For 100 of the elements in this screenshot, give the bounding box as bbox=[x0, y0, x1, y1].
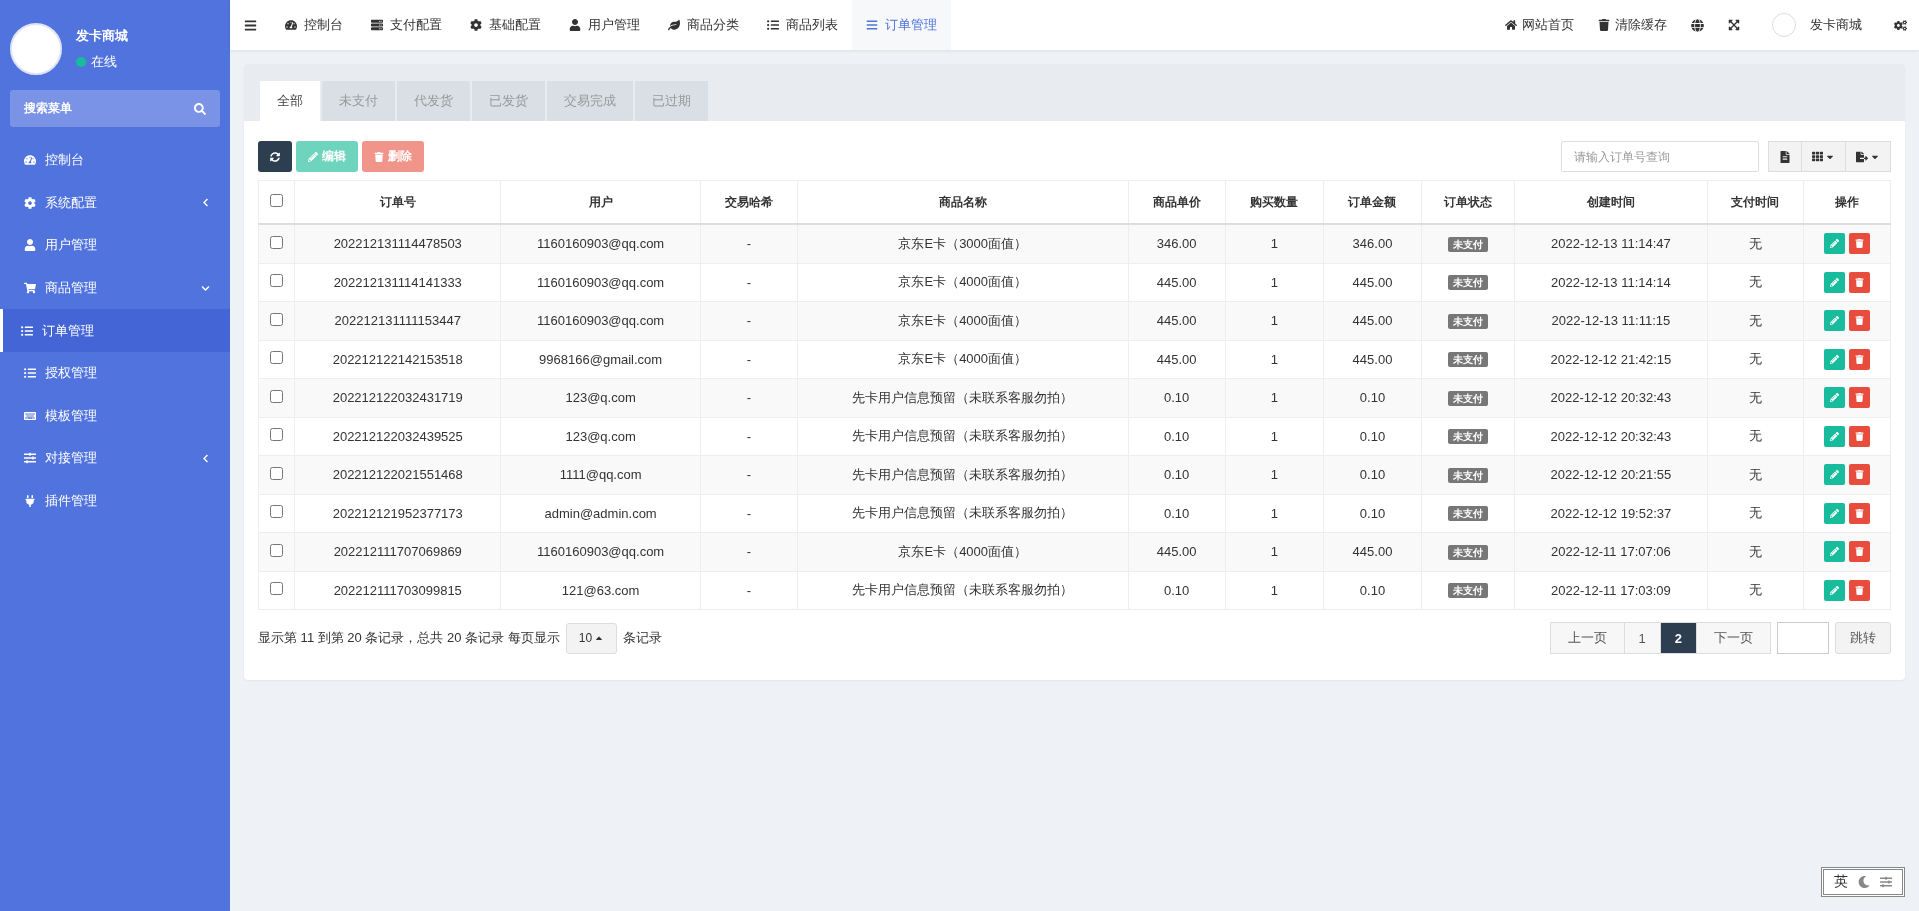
table-cell: - bbox=[700, 224, 798, 263]
user-menu[interactable]: 发卡商城 bbox=[1752, 0, 1882, 50]
edit-button[interactable] bbox=[1823, 541, 1845, 563]
delete-button[interactable] bbox=[1848, 502, 1870, 524]
page-number-field[interactable] bbox=[1777, 622, 1829, 654]
trash-icon bbox=[1854, 316, 1864, 326]
sidebar-item[interactable]: 商品管理 bbox=[0, 266, 230, 310]
pencil-icon bbox=[1829, 239, 1839, 249]
user-icon bbox=[569, 19, 581, 31]
delete-button[interactable] bbox=[1848, 387, 1870, 409]
menu-search-field[interactable]: 搜索菜单 bbox=[10, 90, 220, 127]
delete-button[interactable] bbox=[1848, 310, 1870, 332]
delete-button[interactable] bbox=[1848, 348, 1870, 370]
row-checkbox[interactable] bbox=[270, 505, 284, 519]
sidebar-item[interactable]: 系统配置 bbox=[0, 181, 230, 225]
table-cell: 无 bbox=[1707, 263, 1804, 302]
table-cell: 先卡用户信息预留（未联系客服勿拍） bbox=[797, 494, 1129, 533]
table-cell: 1 bbox=[1225, 224, 1324, 263]
page-button[interactable]: 上一页 bbox=[1549, 622, 1625, 654]
nav-tab[interactable]: 订单管理 bbox=[852, 0, 951, 50]
nav-tab[interactable]: 商品分类 bbox=[654, 0, 753, 50]
top-link[interactable]: 清除缓存 bbox=[1586, 0, 1679, 50]
filter-tab[interactable]: 全部 bbox=[260, 81, 320, 121]
table-cell: 202212122032431719 bbox=[294, 378, 501, 417]
sidebar-item[interactable]: 订单管理 bbox=[0, 309, 230, 352]
moon-icon bbox=[1858, 876, 1870, 888]
page-button[interactable]: 2 bbox=[1659, 622, 1697, 654]
sidebar-item[interactable]: 授权管理 bbox=[0, 351, 230, 395]
row-checkbox[interactable] bbox=[270, 389, 284, 403]
sliders-icon bbox=[1880, 876, 1892, 888]
page-button[interactable]: 1 bbox=[1623, 622, 1661, 654]
table-cell: 1 bbox=[1225, 571, 1324, 610]
pencil-icon bbox=[1829, 547, 1839, 557]
columns-button[interactable] bbox=[1801, 141, 1846, 172]
export-button[interactable] bbox=[1845, 141, 1891, 172]
delete-button[interactable] bbox=[1848, 579, 1870, 601]
edit-button[interactable] bbox=[1823, 464, 1845, 486]
ime-toolbar[interactable]: 英 bbox=[1821, 867, 1905, 897]
table-cell: 0.10 bbox=[1323, 417, 1422, 456]
page-button[interactable]: 下一页 bbox=[1696, 622, 1771, 654]
order-search-field[interactable]: 请输入订单号查询 bbox=[1561, 141, 1759, 172]
row-checkbox[interactable] bbox=[270, 428, 284, 442]
delete-button[interactable] bbox=[1848, 233, 1870, 255]
table-cell: 1 bbox=[1225, 378, 1324, 417]
row-checkbox[interactable] bbox=[270, 351, 284, 365]
row-checkbox[interactable] bbox=[270, 312, 284, 326]
jump-button[interactable]: 跳转 bbox=[1835, 622, 1891, 654]
row-checkbox[interactable] bbox=[270, 235, 284, 249]
edit-button[interactable] bbox=[1823, 502, 1845, 524]
nav-tab[interactable]: 基础配置 bbox=[456, 0, 555, 50]
nav-tab[interactable]: 支付配置 bbox=[357, 0, 456, 50]
sidebar-item[interactable]: 模板管理 bbox=[0, 394, 230, 438]
table-cell: 1160160903@qq.com bbox=[500, 263, 701, 302]
edit-button[interactable] bbox=[1823, 271, 1845, 293]
delete-button[interactable] bbox=[1848, 425, 1870, 447]
table-cell: 9968166@gmail.com bbox=[500, 340, 701, 379]
top-link[interactable]: 网站首页 bbox=[1493, 0, 1586, 50]
delete-button[interactable] bbox=[1848, 464, 1870, 486]
table-cell: 2022-12-13 11:14:14 bbox=[1514, 263, 1708, 302]
row-checkbox[interactable] bbox=[270, 582, 284, 596]
delete-button[interactable] bbox=[1848, 541, 1870, 563]
settings-icon bbox=[1894, 18, 1907, 32]
row-checkbox[interactable] bbox=[270, 466, 284, 480]
edit-button[interactable] bbox=[1823, 348, 1845, 370]
edit-button[interactable] bbox=[1823, 425, 1845, 447]
status-label: 未支付 bbox=[1448, 236, 1489, 252]
table-cell: - bbox=[700, 417, 798, 456]
cart-icon bbox=[24, 282, 36, 295]
table-cell: 2022-12-12 21:42:15 bbox=[1514, 340, 1708, 379]
table-cell: 无 bbox=[1707, 417, 1804, 456]
table-cell: 202212122021551468 bbox=[294, 455, 501, 494]
edit-button[interactable] bbox=[1823, 579, 1845, 601]
table-cell: - bbox=[700, 455, 798, 494]
select-all-checkbox[interactable] bbox=[270, 194, 284, 207]
table-cell: 1 bbox=[1225, 455, 1324, 494]
toggle-view-button[interactable] bbox=[1768, 141, 1802, 172]
table-cell: 无 bbox=[1707, 455, 1804, 494]
nav-tab[interactable]: 控制台 bbox=[271, 0, 357, 50]
sidebar-item[interactable]: 用户管理 bbox=[0, 224, 230, 267]
delete-button[interactable] bbox=[1848, 271, 1870, 293]
table-cell: 2022-12-12 19:52:37 bbox=[1514, 494, 1708, 533]
status-label: 未支付 bbox=[1448, 583, 1489, 599]
table-cell: 1160160903@qq.com bbox=[500, 224, 701, 263]
nav-tab[interactable]: 用户管理 bbox=[555, 0, 654, 50]
sidebar-item[interactable]: 对接管理 bbox=[0, 437, 230, 480]
row-checkbox[interactable] bbox=[270, 543, 284, 557]
sidebar-item[interactable]: 插件管理 bbox=[0, 479, 230, 523]
refresh-button[interactable] bbox=[258, 141, 292, 172]
sidebar-item[interactable]: 控制台 bbox=[0, 139, 230, 182]
row-checkbox[interactable] bbox=[270, 274, 284, 288]
edit-button[interactable] bbox=[1823, 233, 1845, 255]
pencil-icon bbox=[1829, 585, 1839, 595]
gear-icon bbox=[24, 196, 36, 209]
pencil-icon bbox=[1829, 316, 1839, 326]
edit-button[interactable] bbox=[1823, 310, 1845, 332]
nav-tab[interactable]: 商品列表 bbox=[753, 0, 852, 50]
pencil-icon bbox=[1829, 393, 1839, 403]
edit-button[interactable] bbox=[1823, 387, 1845, 409]
keyboard-icon bbox=[24, 409, 36, 422]
page-size-dropdown[interactable]: 10 bbox=[565, 622, 618, 654]
